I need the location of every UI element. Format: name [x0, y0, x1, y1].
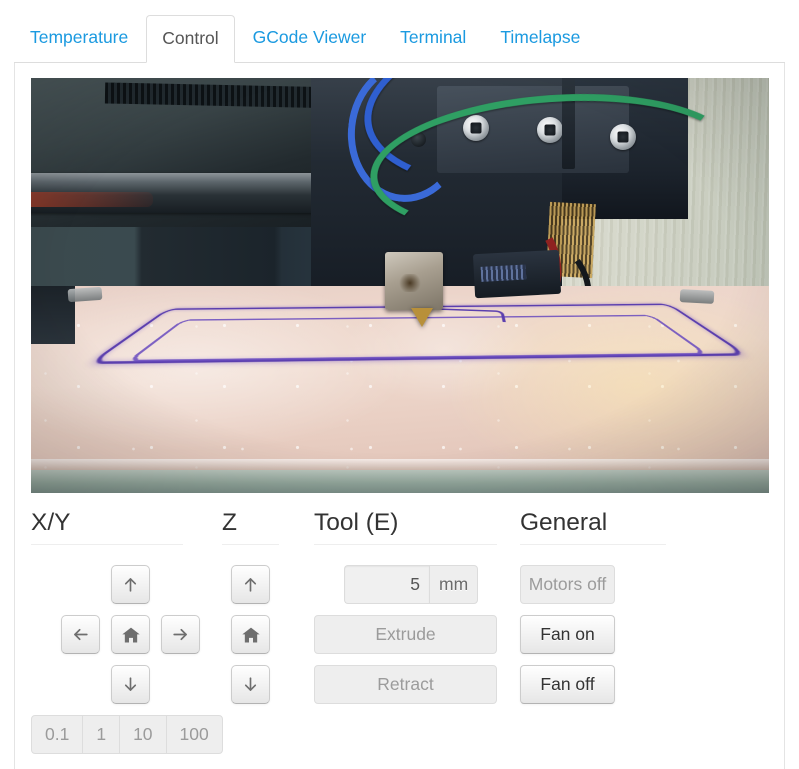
jog-z-minus-button[interactable] [231, 665, 270, 705]
column-general: General Motors off Fan on Fan off [520, 509, 710, 715]
arrow-right-icon [171, 625, 190, 644]
tab-terminal[interactable]: Terminal [384, 14, 482, 62]
control-panel: X/Y 0.1 1 10 100 Z Tool (E) 5 mm Extrude… [14, 63, 785, 769]
xy-heading: X/Y [31, 509, 71, 536]
home-icon [241, 625, 261, 645]
step-size-0.1-button[interactable]: 0.1 [31, 715, 84, 755]
tab-control[interactable]: Control [146, 15, 235, 63]
webcam-image [31, 78, 769, 493]
jog-y-plus-button[interactable] [111, 565, 150, 605]
xy-jog-pad [61, 565, 222, 705]
fan-on-button[interactable]: Fan on [520, 615, 615, 655]
webcam-vignette [31, 78, 769, 493]
arrow-left-icon [71, 625, 90, 644]
z-rule [222, 544, 279, 546]
arrow-down-icon [121, 675, 140, 694]
tool-heading: Tool (E) [314, 509, 399, 536]
xy-rule [31, 544, 183, 546]
webcam-stream[interactable] [31, 78, 769, 493]
control-page: Temperature Control GCode Viewer Termina… [0, 0, 799, 769]
tab-timelapse[interactable]: Timelapse [484, 14, 596, 62]
arrow-up-icon [241, 575, 260, 594]
step-size-group: 0.1 1 10 100 [31, 715, 223, 755]
home-xy-button[interactable] [111, 615, 150, 655]
general-heading: General [520, 509, 608, 536]
jog-z-plus-button[interactable] [231, 565, 270, 605]
home-z-button[interactable] [231, 615, 270, 655]
column-tool: Tool (E) mm Extrude Retract [314, 509, 520, 715]
step-size-10-button[interactable]: 10 [119, 715, 167, 755]
extrude-button[interactable]: Extrude [314, 615, 497, 655]
tool-rule [314, 544, 497, 546]
z-jog-pad [231, 565, 314, 705]
retract-button[interactable]: Retract [314, 665, 497, 705]
arrow-down-icon [241, 675, 260, 694]
jog-x-minus-button[interactable] [61, 615, 100, 655]
general-rule [520, 544, 666, 546]
tab-bar: Temperature Control GCode Viewer Termina… [14, 14, 785, 63]
home-icon [121, 625, 141, 645]
jog-x-plus-button[interactable] [161, 615, 200, 655]
column-xy: X/Y 0.1 1 10 100 [31, 509, 223, 755]
motors-off-button[interactable]: Motors off [520, 565, 615, 605]
arrow-up-icon [121, 575, 140, 594]
step-size-100-button[interactable]: 100 [165, 715, 223, 755]
column-z: Z [222, 509, 314, 705]
tab-gcode-viewer[interactable]: GCode Viewer [237, 14, 383, 62]
unit-addon-mm: mm [429, 565, 479, 605]
jog-y-minus-button[interactable] [111, 665, 150, 705]
z-heading: Z [222, 509, 237, 536]
step-size-1-button[interactable]: 1 [82, 715, 121, 755]
jog-controls: X/Y 0.1 1 10 100 Z Tool (E) 5 mm Extrude… [31, 509, 768, 755]
tab-temperature[interactable]: Temperature [14, 14, 144, 62]
extrude-amount-field: mm [344, 565, 520, 605]
extrude-amount-input[interactable] [344, 565, 429, 605]
fan-off-button[interactable]: Fan off [520, 665, 615, 705]
